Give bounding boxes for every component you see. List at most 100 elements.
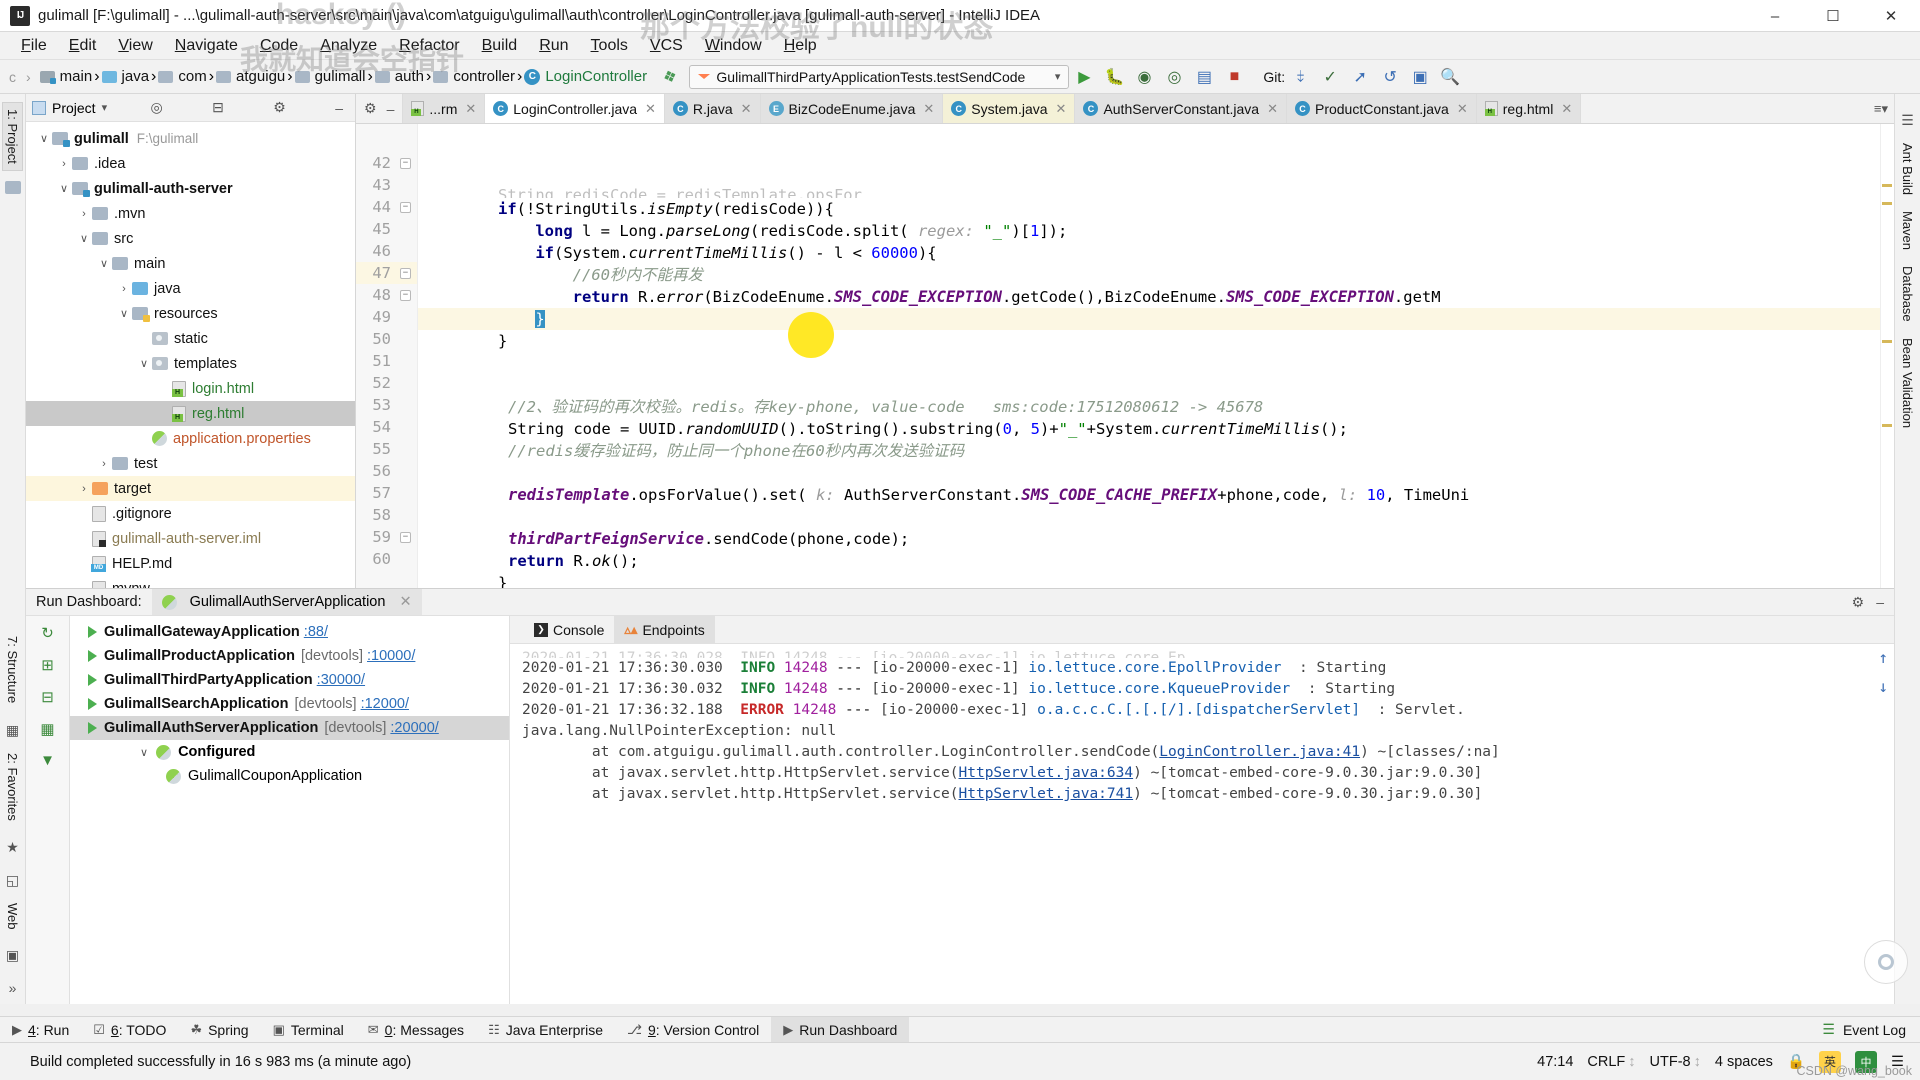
close-icon[interactable]: ✕ [645, 101, 656, 117]
tool-window-java-enterprise[interactable]: ☷ Java Enterprise [476, 1017, 615, 1042]
attach-process-button[interactable]: ▤ [1189, 63, 1219, 91]
console-line[interactable]: at com.atguigu.gulimall.auth.controller.… [522, 742, 1894, 763]
tree-node-test[interactable]: › test [26, 451, 355, 476]
code-line[interactable]: } [418, 330, 1880, 352]
chevron-right-icon[interactable]: › [96, 458, 112, 470]
code-fold-icon[interactable]: − [400, 158, 411, 169]
maximize-button[interactable]: ☐ [1804, 0, 1862, 32]
tree-node-gulimall-auth-server-iml[interactable]: gulimall-auth-server.iml [26, 526, 355, 551]
sidebar-item-web[interactable]: Web [3, 897, 22, 936]
console-line[interactable]: java.lang.NullPointerException: null [522, 721, 1894, 742]
configured-item[interactable]: GulimallCouponApplication [70, 764, 509, 788]
menu-item-navigate[interactable]: Navigate [164, 35, 249, 57]
breadcrumb-controller[interactable]: controller [431, 68, 517, 85]
caret-position[interactable]: 47:14 [1537, 1054, 1573, 1070]
minimize-button[interactable]: – [1746, 0, 1804, 32]
scroll-down-icon[interactable]: ↓ [1878, 677, 1888, 696]
console-line[interactable]: 2020-01-21 17:36:32.188 ERROR 14248 --- … [522, 700, 1894, 721]
tree-node-main[interactable]: ∨ main [26, 251, 355, 276]
code-line[interactable]: //redis缓存验证码，防止同一个phone在60秒内再次发送验证码 [418, 440, 1880, 462]
code-line[interactable]: String code = UUID.randomUUID().toString… [418, 418, 1880, 440]
code-fold-icon[interactable]: − [400, 268, 411, 279]
editor-tab-system-java[interactable]: C System.java ✕ [943, 94, 1076, 123]
run-configuration-selector[interactable]: GulimallThirdPartyApplicationTests.testS… [689, 64, 1070, 89]
app-port-link[interactable]: :30000/ [317, 672, 365, 688]
editor-tab-productconstant-java[interactable]: C ProductConstant.java ✕ [1286, 94, 1477, 123]
tool-window-version-control[interactable]: ⎇ 9: Version Control [615, 1017, 771, 1042]
chevron-down-icon[interactable]: ∨ [56, 182, 72, 195]
tree-node-target[interactable]: › target [26, 476, 355, 501]
stop-button[interactable]: ■ [1219, 63, 1249, 91]
expand-strip-icon[interactable]: » [9, 980, 17, 996]
tree-node-login-html[interactable]: login.html [26, 376, 355, 401]
menu-item-vcs[interactable]: VCS [639, 35, 694, 57]
breadcrumb-java[interactable]: java [100, 68, 152, 85]
tab-list-icon[interactable]: ≡▾ [1874, 101, 1888, 117]
run-icon[interactable] [88, 626, 97, 638]
menu-item-file[interactable]: File [10, 35, 58, 57]
code-fold-icon[interactable]: − [400, 290, 411, 301]
code-line[interactable]: thirdPartFeignService.sendCode(phone,cod… [418, 528, 1880, 550]
console-line[interactable]: at javax.servlet.http.HttpServlet.servic… [522, 763, 1894, 784]
menu-item-run[interactable]: Run [528, 35, 579, 57]
application-list[interactable]: GulimallGatewayApplication:88/GulimallPr… [70, 616, 510, 1004]
close-button[interactable]: ✕ [1862, 0, 1920, 32]
run-icon[interactable] [88, 722, 97, 734]
close-icon[interactable]: ✕ [923, 101, 934, 117]
menu-item-view[interactable]: View [107, 35, 163, 57]
tree-node-help-md[interactable]: HELP.md [26, 551, 355, 576]
indent-setting[interactable]: 4 spaces [1715, 1054, 1773, 1070]
tool-window-spring[interactable]: ☘ Spring [178, 1017, 260, 1042]
chevron-right-icon[interactable]: › [76, 483, 92, 495]
hide-panel-icon[interactable]: – [1876, 594, 1884, 611]
tool-window-todo[interactable]: ☑ 6: TODO [81, 1017, 178, 1042]
run-dashboard-tab[interactable]: GulimallAuthServerApplication ✕ [151, 589, 422, 615]
app-port-link[interactable]: :10000/ [367, 648, 415, 664]
push-icon[interactable]: ➚ [1345, 63, 1375, 91]
editor-tab-authserverconstant-java[interactable]: C AuthServerConstant.java ✕ [1075, 94, 1287, 123]
menu-item-help[interactable]: Help [773, 35, 828, 57]
code-line[interactable]: redisTemplate.opsForValue().set( k: Auth… [418, 484, 1880, 506]
app-row-gulimallthirdpartyapplication[interactable]: GulimallThirdPartyApplication:30000/ [70, 668, 509, 692]
editor-tab-r-java[interactable]: C R.java ✕ [664, 94, 761, 123]
sidebar-item-maven[interactable]: Maven [1898, 205, 1917, 256]
update-project-icon[interactable]: ⤈ [1285, 63, 1315, 91]
sidebar-item-ant-build[interactable]: Ant Build [1898, 137, 1917, 201]
event-log-label[interactable]: Event Log [1843, 1022, 1906, 1038]
tool-window-run-dashboard[interactable]: ▶ Run Dashboard [771, 1017, 910, 1042]
code-line[interactable]: return R.error(BizCodeEnume.SMS_CODE_EXC… [418, 286, 1880, 308]
expand-all-icon[interactable]: ⊞ [41, 656, 54, 674]
tree-node-application-properties[interactable]: application.properties [26, 426, 355, 451]
code-fold-icon[interactable]: − [400, 532, 411, 543]
menu-item-code[interactable]: Code [249, 35, 309, 57]
sidebar-item-project[interactable]: 1: Project [2, 102, 23, 171]
configured-group[interactable]: ∨ Configured [70, 740, 509, 764]
tool-window-bar[interactable]: ▶ 4: Run ☑ 6: TODO ☘ Spring ▣ Terminal ✉ 0: Messa… [0, 1016, 1920, 1042]
code-line[interactable]: } [418, 308, 1880, 330]
console-line[interactable]: 2020-01-21 17:36:30.032 INFO 14248 --- [… [522, 679, 1894, 700]
tool-window-messages[interactable]: ✉ 0: Messages [356, 1017, 476, 1042]
line-separator[interactable]: CRLF ↕ [1587, 1054, 1635, 1070]
breadcrumb-com[interactable]: com [156, 68, 208, 85]
breadcrumb-auth[interactable]: auth [373, 68, 426, 85]
breadcrumb-main[interactable]: main [38, 68, 95, 85]
tree-node--gitignore[interactable]: .gitignore [26, 501, 355, 526]
close-icon[interactable]: ✕ [1267, 101, 1278, 117]
tree-node--mvn[interactable]: › .mvn [26, 201, 355, 226]
app-port-link[interactable]: :88/ [304, 624, 328, 640]
chevron-down-icon[interactable]: ∨ [136, 357, 152, 370]
editor-tab-bizcodeenume-java[interactable]: E BizCodeEnume.java ✕ [760, 94, 944, 123]
chevron-down-icon[interactable]: ▾ [102, 101, 108, 114]
close-icon[interactable]: ✕ [399, 594, 411, 610]
menu-item-analyze[interactable]: Analyze [309, 35, 388, 57]
profile-button[interactable]: ◎ [1159, 63, 1189, 91]
chevron-down-icon[interactable]: ∨ [36, 132, 52, 145]
tree-node-gulimall-auth-server[interactable]: ∨ gulimall-auth-server [26, 176, 355, 201]
run-icon[interactable] [88, 698, 97, 710]
app-port-link[interactable]: :20000/ [390, 720, 438, 736]
run-icon[interactable] [88, 674, 97, 686]
code-fold-icon[interactable]: − [400, 202, 411, 213]
commit-icon[interactable]: ✓ [1315, 63, 1345, 91]
notifications-icon[interactable]: ☰ [1901, 112, 1914, 129]
tree-node--idea[interactable]: › .idea [26, 151, 355, 176]
